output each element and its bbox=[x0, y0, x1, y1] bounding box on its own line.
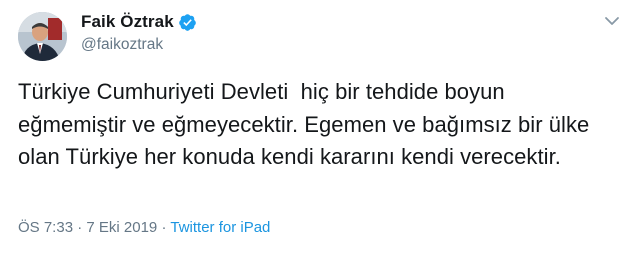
meta-separator: · bbox=[161, 219, 167, 236]
verified-badge-icon bbox=[178, 13, 197, 32]
meta-separator: · bbox=[77, 219, 83, 236]
tweet-time[interactable]: ÖS 7:33 bbox=[18, 219, 73, 236]
display-name[interactable]: Faik Öztrak bbox=[81, 12, 174, 32]
tweet-date[interactable]: 7 Eki 2019 bbox=[86, 219, 157, 236]
avatar[interactable] bbox=[18, 12, 67, 61]
tweet-text: Türkiye Cumhuriyeti Devleti hiç bir tehd… bbox=[18, 79, 596, 169]
tweet-source-link[interactable]: Twitter for iPad bbox=[170, 219, 270, 236]
avatar-image bbox=[18, 12, 67, 61]
user-handle[interactable]: @faikoztrak bbox=[81, 36, 197, 54]
name-row: Faik Öztrak bbox=[81, 10, 197, 34]
chevron-down-icon[interactable] bbox=[604, 16, 620, 26]
tweet-metadata: ÖS 7:33 · 7 Eki 2019 · Twitter for iPad bbox=[18, 219, 270, 236]
tweet-card: Faik Öztrak @faikoztrak Türkiye Cumhuriy… bbox=[0, 0, 640, 253]
author-block: Faik Öztrak @faikoztrak bbox=[81, 10, 197, 54]
